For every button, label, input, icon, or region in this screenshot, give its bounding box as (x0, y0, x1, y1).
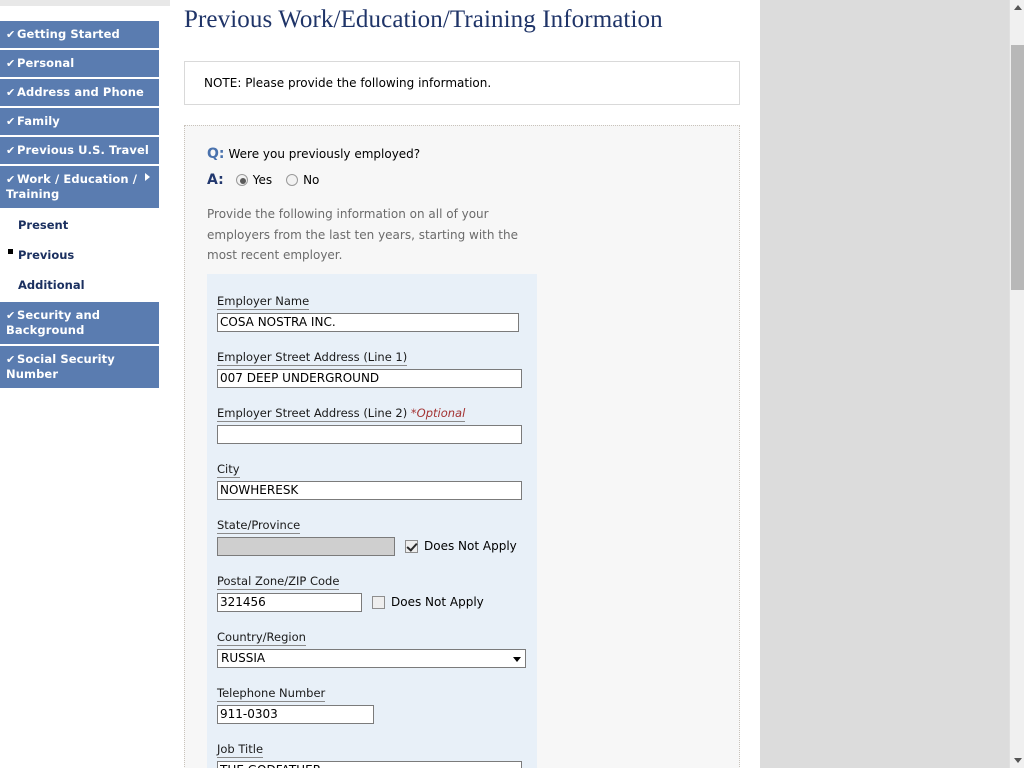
sidebar-item-label: Personal (17, 56, 75, 70)
question-marker: Q: (207, 146, 225, 162)
field-street-1: Employer Street Address (Line 1) (217, 346, 525, 388)
field-state-province: State/Province Does Not Apply (217, 514, 525, 556)
sidebar-item-work-education-training[interactable]: ✔ Work / Education / Training (0, 166, 159, 208)
label-telephone: Telephone Number (217, 685, 326, 702)
check-icon: ✔ (6, 173, 16, 186)
sidebar-subitem-label: Present (18, 218, 69, 232)
sidebar-subitem-present[interactable]: Present (0, 210, 159, 240)
sidebar-item-label: Address and Phone (17, 85, 144, 99)
label-employer-name: Employer Name (217, 293, 310, 310)
sidebar-item-address-and-phone[interactable]: ✔ Address and Phone (0, 79, 159, 106)
field-country-region: Country/Region RUSSIA (217, 626, 526, 668)
note-box: NOTE: Please provide the following infor… (184, 61, 740, 105)
field-job-title: Job Title (217, 738, 525, 768)
sidebar-nav: ✔ Getting Started ✔ Personal ✔ Address and … (0, 21, 159, 390)
helper-text: Provide the following information on all… (207, 207, 519, 262)
scroll-down-arrow-icon[interactable] (1010, 753, 1024, 768)
sidebar-item-family[interactable]: ✔ Family (0, 108, 159, 135)
question-line: Q: Were you previously employed? (207, 146, 739, 162)
sidebar-item-label: Family (17, 114, 60, 128)
sidebar-subitem-label: Previous (18, 248, 75, 262)
screen-root: ✔ Getting Started ✔ Personal ✔ Address and … (0, 0, 1024, 768)
country-region-value: RUSSIA (221, 650, 266, 665)
chevron-down-icon (513, 656, 521, 662)
question-panel: Q: Were you previously employed? A: Yes N… (184, 125, 740, 768)
check-icon: ✔ (6, 353, 16, 366)
right-side-panel (760, 0, 1009, 768)
radio-yes-label: Yes (252, 173, 273, 187)
postal-does-not-apply-checkbox[interactable] (372, 595, 385, 609)
state-does-not-apply-checkbox[interactable] (405, 539, 418, 553)
label-city: City (217, 461, 240, 478)
field-street-2: Employer Street Address (Line 2) *Option… (217, 402, 525, 444)
check-icon: ✔ (6, 57, 16, 70)
postal-code-input[interactable] (217, 592, 362, 612)
field-city: City (217, 458, 525, 500)
street-address-line2-input[interactable] (217, 424, 522, 444)
sidebar-item-label: Social Security Number (6, 352, 115, 381)
radio-option-yes[interactable]: Yes (235, 173, 273, 187)
check-icon: ✔ (6, 144, 16, 157)
check-icon: ✔ (6, 309, 16, 322)
state-province-input (217, 536, 395, 556)
answer-marker: A: (207, 172, 224, 188)
label-street-2-text: Employer Street Address (Line 2) (217, 405, 408, 420)
label-country-region: Country/Region (217, 629, 306, 646)
vertical-scrollbar[interactable] (1009, 0, 1024, 768)
employer-name-input[interactable] (217, 312, 519, 332)
sidebar-item-getting-started[interactable]: ✔ Getting Started (0, 21, 159, 48)
postal-does-not-apply-label: Does Not Apply (391, 595, 484, 609)
radio-no-icon[interactable] (286, 174, 299, 186)
question-text: Were you previously employed? (228, 147, 421, 161)
check-icon: ✔ (6, 86, 16, 99)
main-content: Previous Work/Education/Training Informa… (170, 0, 760, 768)
answer-row: A: Yes No (185, 172, 739, 188)
sidebar-subitem-label: Additional (18, 278, 85, 292)
label-street-1: Employer Street Address (Line 1) (217, 349, 408, 366)
label-state-province: State/Province (217, 517, 301, 534)
telephone-input[interactable] (217, 704, 374, 724)
sidebar-item-previous-us-travel[interactable]: ✔ Previous U.S. Travel (0, 137, 159, 164)
sidebar-subitem-previous[interactable]: Previous (0, 240, 159, 270)
top-stub-bar (0, 0, 170, 6)
sidebar-subitem-additional[interactable]: Additional (0, 270, 159, 300)
radio-option-no[interactable]: No (286, 173, 319, 187)
sidebar-item-label: Getting Started (17, 27, 120, 41)
scrollbar-thumb[interactable] (1011, 45, 1024, 290)
check-icon: ✔ (6, 115, 16, 128)
field-telephone: Telephone Number (217, 682, 525, 724)
sidebar-item-label: Security and Background (6, 308, 101, 337)
label-postal-code: Postal Zone/ZIP Code (217, 573, 340, 590)
field-employer-name: Employer Name (217, 290, 525, 332)
check-icon: ✔ (6, 28, 16, 41)
chevron-right-icon (145, 173, 150, 181)
job-title-input[interactable] (217, 760, 522, 768)
label-street-2: Employer Street Address (Line 2) *Option… (217, 405, 466, 422)
sidebar-item-label: Previous U.S. Travel (17, 143, 149, 157)
current-page-bullet-icon (8, 249, 13, 254)
state-does-not-apply-label: Does Not Apply (424, 539, 517, 553)
note-text: NOTE: Please provide the following infor… (204, 76, 492, 90)
street-address-line1-input[interactable] (217, 368, 522, 388)
employer-form-block: Employer Name Employer Street Address (L… (207, 273, 537, 768)
sidebar-item-personal[interactable]: ✔ Personal (0, 50, 159, 77)
scroll-up-arrow-icon[interactable] (1010, 0, 1024, 15)
city-input[interactable] (217, 480, 522, 500)
radio-no-label: No (303, 173, 320, 187)
question-row: Q: Were you previously employed? (185, 146, 739, 162)
field-postal-code: Postal Zone/ZIP Code Does Not Apply (217, 570, 525, 612)
label-job-title: Job Title (217, 741, 264, 758)
sidebar-item-social-security-number[interactable]: ✔ Social Security Number (0, 346, 159, 388)
radio-yes-icon[interactable] (235, 174, 248, 186)
sidebar-item-security-and-background[interactable]: ✔ Security and Background (0, 302, 159, 344)
state-province-row: Does Not Apply (217, 536, 525, 556)
optional-tag: *Optional (410, 405, 466, 420)
page-title: Previous Work/Education/Training Informa… (184, 6, 663, 33)
sidebar-item-label: Work / Education / Training (6, 172, 138, 201)
country-region-select[interactable]: RUSSIA (217, 648, 526, 668)
postal-code-row: Does Not Apply (217, 592, 525, 612)
